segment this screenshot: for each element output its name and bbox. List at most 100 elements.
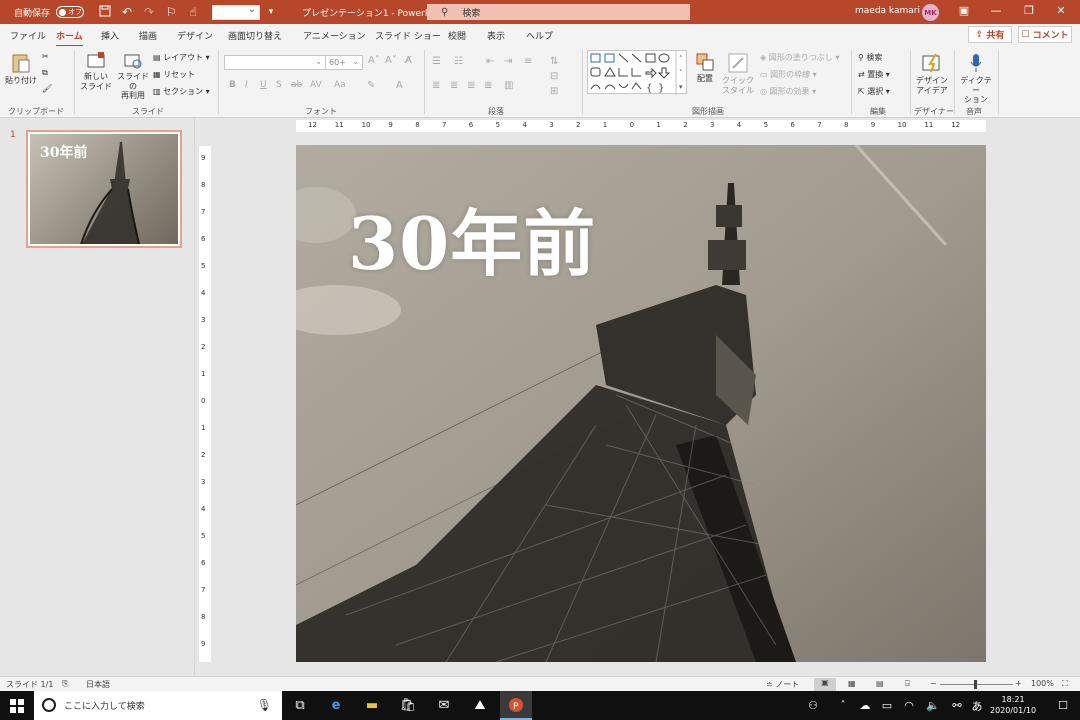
tab-view[interactable]: 表示 <box>487 29 505 42</box>
tab-slideshow[interactable]: スライド ショー <box>375 29 441 42</box>
start-icon[interactable] <box>4 695 30 716</box>
tab-help[interactable]: ヘルプ <box>526 29 553 42</box>
layout-button[interactable]: ▤ レイアウト ▾ <box>153 52 210 63</box>
decrease-indent-icon[interactable]: ⇤ <box>486 56 494 67</box>
tab-home[interactable]: ホーム <box>56 29 83 47</box>
reading-view-icon[interactable]: ▤ <box>876 679 884 688</box>
shape-fill-button[interactable]: ◈ 図形の塗りつぶし ▾ <box>760 52 839 63</box>
close-icon[interactable]: ✕ <box>1051 4 1071 17</box>
align-center-icon[interactable]: ≣ <box>450 80 458 91</box>
shapes-gallery[interactable]: {} ˄ ˅ ▾ <box>587 50 687 95</box>
present-icon[interactable]: ⚐ <box>160 5 182 19</box>
volume-icon[interactable]: 🔈 <box>920 695 946 716</box>
bold-icon[interactable]: B <box>229 80 236 90</box>
mic-icon[interactable]: 🎙 <box>257 698 272 712</box>
find-button[interactable]: ⚲ 検索 <box>858 52 882 63</box>
underline-icon[interactable]: U <box>260 80 267 90</box>
section-button[interactable]: ▥ セクション ▾ <box>153 86 210 97</box>
zoom-in-icon[interactable]: + <box>1015 679 1022 688</box>
zoom-out-icon[interactable]: − <box>930 679 937 688</box>
select-button[interactable]: ⇱ 選択 ▾ <box>858 86 890 97</box>
shrink-font-icon[interactable]: A˅ <box>385 55 397 66</box>
wifi-icon[interactable]: ◠ <box>896 695 922 716</box>
shape-outline-button[interactable]: ▭ 図形の枠線 ▾ <box>760 69 817 80</box>
quick-styles-button[interactable]: クイック スタイル <box>722 52 754 95</box>
file-explorer-icon[interactable]: ▬ <box>359 695 385 716</box>
increase-indent-icon[interactable]: ⇥ <box>504 56 512 67</box>
char-spacing-icon[interactable]: AV <box>310 80 322 90</box>
slide-thumbnail[interactable]: 30年前 <box>26 130 182 248</box>
dictate-button[interactable]: ディクテー ション <box>957 52 995 105</box>
strikethrough-icon[interactable]: ab <box>291 80 302 90</box>
undo-icon[interactable]: ↶ <box>116 5 138 19</box>
tab-insert[interactable]: 挿入 <box>101 29 119 42</box>
minimize-icon[interactable]: — <box>986 4 1006 17</box>
share-button[interactable]: ⇪ 共有 <box>968 26 1012 43</box>
language-indicator[interactable]: 日本語 <box>86 679 110 690</box>
font-name-box[interactable]: ⌄ <box>224 55 326 70</box>
paste-button[interactable]: 貼り付け <box>5 52 37 86</box>
store-icon[interactable]: 🛍 <box>395 695 421 716</box>
clear-format-icon[interactable]: A̸ <box>405 55 412 66</box>
restore-icon[interactable]: ❐ <box>1019 4 1039 17</box>
align-right-icon[interactable]: ≣ <box>467 80 475 91</box>
arrange-button[interactable]: 配置 <box>692 52 718 84</box>
font-size-box[interactable]: 60+ ⌄ <box>325 55 363 70</box>
slide-sorter-icon[interactable]: ▦ <box>848 679 856 688</box>
task-view-icon[interactable]: ⧉ <box>287 695 313 716</box>
powerpoint-taskbar-icon[interactable]: P <box>500 691 532 720</box>
shadow-icon[interactable]: S <box>276 80 282 90</box>
align-left-icon[interactable]: ≣ <box>432 80 440 91</box>
highlight-icon[interactable]: ✎ <box>367 80 375 91</box>
align-text-icon[interactable]: ⊟ <box>550 71 558 82</box>
tab-review[interactable]: 校閲 <box>448 29 466 42</box>
mail-icon[interactable]: ✉ <box>431 695 457 716</box>
autosave-toggle[interactable]: オフ <box>56 6 85 18</box>
edge-icon[interactable]: e <box>323 695 349 716</box>
font-color-icon[interactable]: A <box>396 80 403 91</box>
search-bar[interactable]: ⚲ 検索 <box>427 4 690 20</box>
notes-button[interactable]: ≐ ノート <box>766 679 799 690</box>
quick-access-font-box[interactable] <box>212 4 261 20</box>
grow-font-icon[interactable]: A˄ <box>368 55 380 66</box>
ime-indicator[interactable]: あ <box>964 695 990 716</box>
slide-canvas[interactable]: 30年前 <box>296 145 986 662</box>
slide-title-text[interactable]: 30年前 <box>348 185 596 290</box>
design-ideas-button[interactable]: デザイン アイデア <box>914 52 950 95</box>
text-direction-icon[interactable]: ⇅ <box>550 56 558 67</box>
italic-icon[interactable]: I <box>245 80 248 90</box>
ribbon-display-icon[interactable]: ▣ <box>954 4 974 17</box>
tab-file[interactable]: ファイル <box>10 29 46 42</box>
bullets-icon[interactable]: ☰ <box>432 56 441 67</box>
zoom-level[interactable]: 100% <box>1031 679 1054 688</box>
reuse-slides-button[interactable]: スライドの 再利用 <box>115 52 151 101</box>
horizontal-ruler[interactable]: 12 11 10 9 8 7 6 5 4 3 2 1 0 1 2 3 4 5 6 7 8 9 10 11 12 <box>296 120 986 132</box>
zoom-slider-thumb[interactable] <box>974 680 977 689</box>
change-case-icon[interactable]: Aa <box>334 80 346 90</box>
redo-icon[interactable]: ↷ <box>138 5 160 19</box>
columns-icon[interactable]: ▥ <box>504 80 513 91</box>
tab-animations[interactable]: アニメーション <box>303 29 366 42</box>
people-icon[interactable]: ⚇ <box>800 695 826 716</box>
save-icon[interactable] <box>94 5 116 20</box>
taskbar-clock[interactable]: 18:21 2020/01/10 <box>990 694 1036 716</box>
replace-button[interactable]: ⇄ 置換 ▾ <box>858 69 890 80</box>
notifications-icon[interactable]: ☐ <box>1050 695 1076 716</box>
photos-icon[interactable]: ⛰ <box>467 695 493 716</box>
tab-transitions[interactable]: 画面切り替え <box>228 29 282 42</box>
vertical-ruler[interactable]: 9 8 7 6 5 4 3 2 1 0 1 2 3 4 5 6 7 8 9 <box>199 146 211 662</box>
touch-mode-icon[interactable]: ☝ <box>182 5 204 19</box>
tab-draw[interactable]: 描画 <box>139 29 157 42</box>
new-slide-button[interactable]: 新しい スライド <box>80 52 112 91</box>
customize-qat-icon[interactable]: ▾ <box>260 7 282 17</box>
user-name[interactable]: maeda kamari <box>855 6 920 16</box>
justify-icon[interactable]: ≣ <box>484 80 492 91</box>
accessibility-icon[interactable]: ⎘ <box>62 679 68 689</box>
taskbar-search[interactable]: ここに入力して検索 🎙 <box>34 691 282 720</box>
shape-effects-button[interactable]: ◎ 図形の効果 ▾ <box>760 86 816 97</box>
copy-icon[interactable]: ⧉ <box>42 68 48 78</box>
format-painter-icon[interactable]: 🖌 <box>42 84 52 93</box>
tab-design[interactable]: デザイン <box>177 29 213 42</box>
numbering-icon[interactable]: ☷ <box>454 56 463 67</box>
smartart-icon[interactable]: ⊞ <box>550 86 558 97</box>
